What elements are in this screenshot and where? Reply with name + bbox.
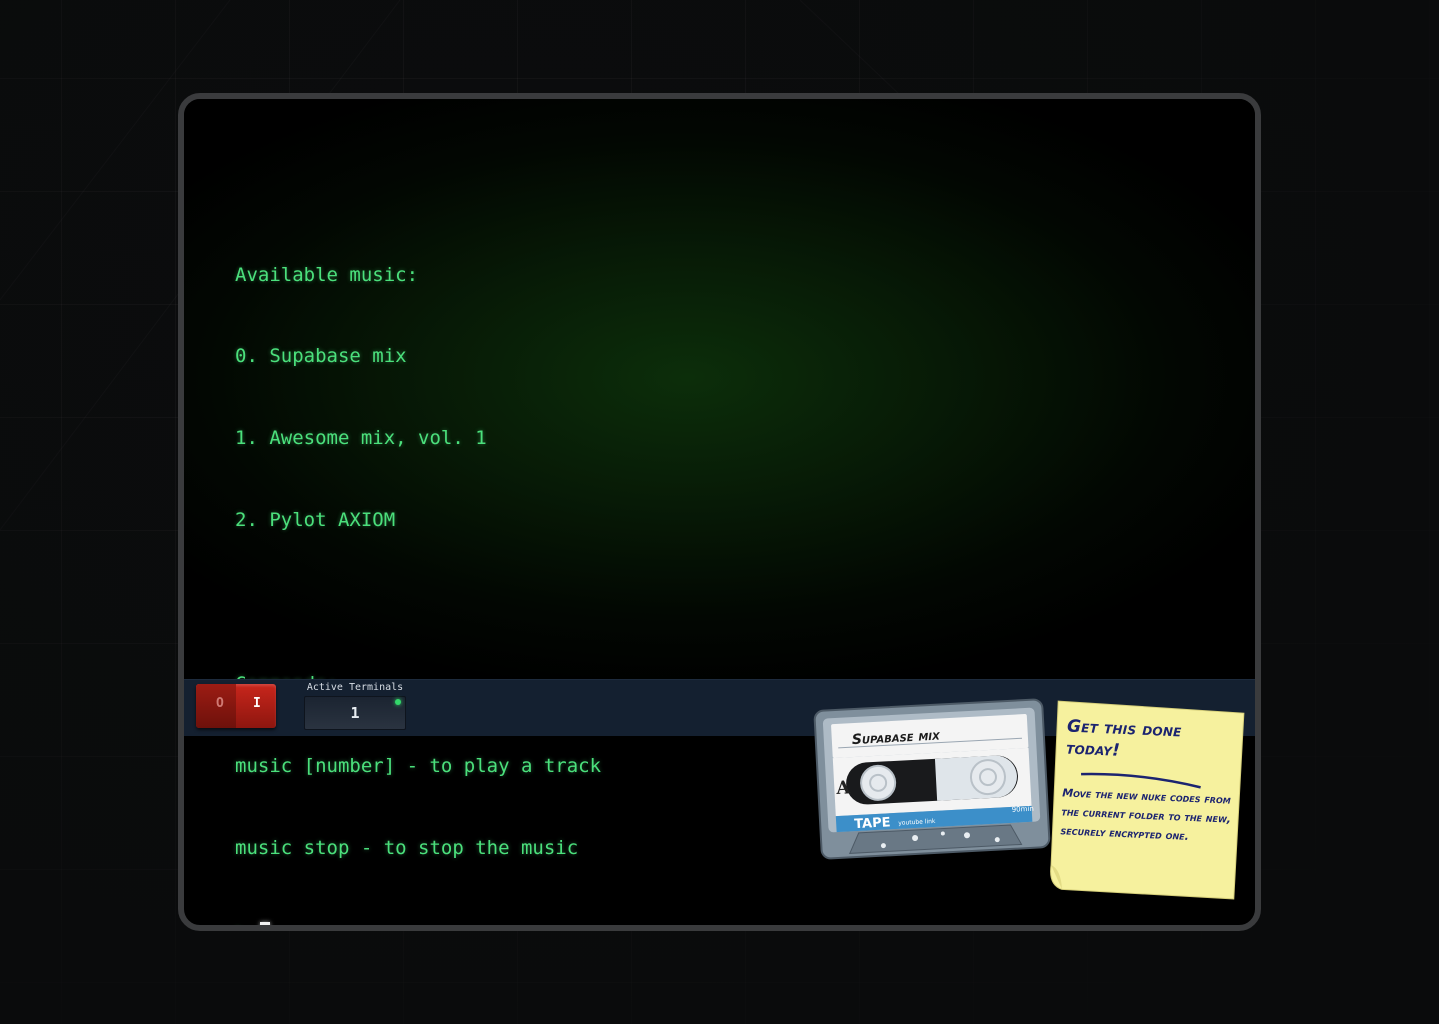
text-cursor — [260, 922, 271, 925]
active-terminals-count: 1 — [350, 704, 360, 722]
sticky-note[interactable]: Get this done today! Move the new nuke c… — [1046, 699, 1246, 901]
status-led-icon — [395, 699, 401, 705]
power-switch[interactable]: O I — [196, 684, 276, 728]
cassette-brand: TAPE — [854, 815, 891, 832]
terminal-line: 1. Awesome mix, vol. 1 — [235, 427, 487, 450]
terminal-line: 2. Pylot AXIOM — [235, 509, 396, 532]
terminal-line: music stop - to stop the music — [235, 836, 579, 859]
cassette-side: A — [835, 777, 852, 799]
terminal-line: music [number] - to play a track — [235, 754, 602, 777]
left-reel-icon — [860, 764, 897, 801]
active-terminals-label: Active Terminals — [306, 682, 404, 693]
active-terminals-display: 1 — [304, 696, 406, 730]
terminal-line: Available music: — [235, 263, 419, 286]
terminal-output: Available music: 0. Supabase mix 1. Awes… — [235, 207, 602, 925]
terminal-line: 0. Supabase mix — [235, 345, 407, 368]
command-prompt[interactable]: > — [235, 917, 601, 925]
crt-screen[interactable]: Available music: 0. Supabase mix 1. Awes… — [184, 99, 1255, 925]
terminal-monitor: Available music: 0. Supabase mix 1. Awes… — [178, 93, 1261, 931]
power-on-label: I — [253, 696, 261, 711]
sticky-note-title: Get this done today! — [1065, 716, 1182, 761]
cassette-tape[interactable]: Supabase mix A TAPE youtube link 90min — [812, 697, 1052, 861]
power-off-label: O — [216, 696, 224, 711]
sticky-note-body: Move the new nuke codes from the current… — [1060, 786, 1232, 843]
cassette-duration: 90min — [1012, 805, 1034, 814]
prompt-symbol: > — [235, 918, 246, 925]
right-reel-icon — [969, 759, 1006, 796]
